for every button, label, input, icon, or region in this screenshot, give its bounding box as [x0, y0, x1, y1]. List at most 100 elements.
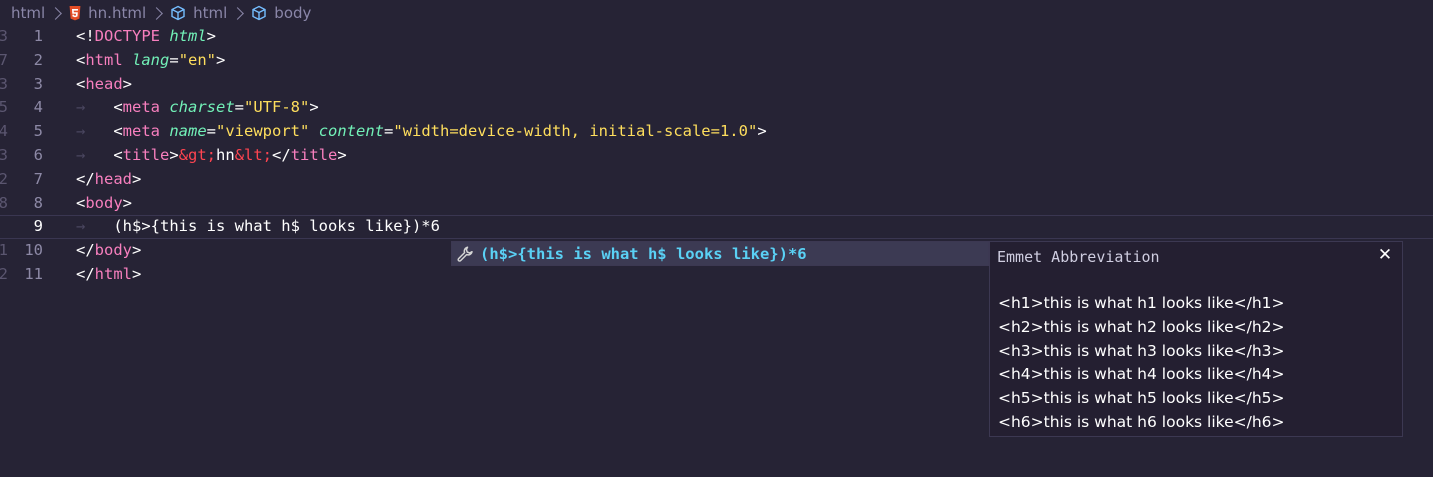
- chevron-right-icon: [231, 6, 245, 20]
- code-token: </: [76, 169, 95, 188]
- code-token: lang: [132, 50, 170, 69]
- code-token: head: [94, 169, 132, 188]
- code-token: "en": [178, 50, 217, 69]
- suggestion-item[interactable]: (h$>{this is what h$ looks like})*6: [452, 242, 988, 265]
- chevron-right-icon: [49, 6, 63, 20]
- code-token: >: [132, 241, 142, 260]
- code-token: (h$>{this is what h$ looks like})*6: [113, 217, 440, 236]
- suggestion-details-panel: Emmet Abbreviation ✕ <h1>this is what h1…: [989, 241, 1403, 437]
- code-token: </: [76, 264, 95, 283]
- breadcrumb-label: body: [274, 4, 312, 22]
- wrench-icon: [456, 245, 474, 263]
- suggestion-label: (h$>{this is what h$ looks like})*6: [480, 244, 807, 263]
- breadcrumb-item-body-element[interactable]: body: [251, 4, 311, 22]
- code-token: =: [384, 122, 394, 141]
- code-token: &lt;: [234, 145, 273, 164]
- code-line[interactable]: 4 5 → <meta name="viewport" content="width…: [0, 120, 1433, 144]
- details-line: <h3>this is what h3 looks like</h3>: [998, 341, 1285, 360]
- code-text: <body>: [76, 192, 132, 216]
- code-token: "viewport": [216, 122, 310, 141]
- code-token: html: [85, 50, 123, 69]
- code-token: html: [169, 27, 207, 45]
- code-text: </head>: [76, 168, 141, 192]
- code-token: head: [85, 74, 123, 93]
- line-number: 7: [33, 169, 43, 188]
- code-token: <: [76, 74, 86, 93]
- line-number: 10: [24, 241, 43, 260]
- code-token: =: [169, 50, 179, 69]
- code-token: >: [216, 50, 226, 69]
- line-number: 2: [33, 50, 43, 69]
- code-token: >: [132, 264, 142, 283]
- code-token: >: [132, 169, 142, 188]
- code-token: title: [122, 145, 170, 164]
- code-token: body: [85, 193, 123, 212]
- line-number: 4: [33, 98, 43, 117]
- code-token: hn: [216, 145, 235, 164]
- code-line[interactable]: 5 4 → <meta charset="UTF-8">: [0, 96, 1433, 120]
- cube-icon: [170, 5, 186, 21]
- code-text: → <meta charset="UTF-8">: [76, 96, 319, 120]
- code-token: <: [113, 145, 123, 164]
- code-token: >: [122, 74, 133, 93]
- code-token: meta: [122, 98, 160, 117]
- indent-whitespace: →: [76, 145, 114, 164]
- code-token: </: [272, 145, 291, 164]
- code-token: <: [76, 193, 86, 212]
- code-line[interactable]: 3 3 <head>: [0, 73, 1433, 97]
- code-token: charset: [169, 98, 235, 117]
- code-token: <: [76, 50, 86, 69]
- code-line[interactable]: 9 → (h$>{this is what h$ looks like})*6: [0, 215, 1433, 240]
- breadcrumb-item-folder[interactable]: html: [11, 4, 45, 22]
- suggestion-widget[interactable]: (h$>{this is what h$ looks like})*6: [451, 241, 989, 266]
- code-line[interactable]: 3 1 <!DOCTYPE html>: [0, 25, 1433, 49]
- chevron-right-icon: [150, 6, 163, 20]
- html5-file-icon: [69, 5, 81, 21]
- code-token: <!: [76, 27, 95, 45]
- breadcrumb-label: html: [11, 4, 46, 22]
- code-text: → <title>&gt;hn&lt;</title>: [76, 144, 347, 168]
- code-token: title: [290, 145, 338, 164]
- code-token: >: [337, 145, 347, 164]
- code-token: name: [169, 122, 207, 141]
- code-token: "width=device-width, initial-scale=1.0": [393, 122, 758, 141]
- indent-whitespace: →: [76, 98, 114, 117]
- code-token: =: [234, 98, 245, 117]
- line-number: 9: [33, 217, 43, 236]
- details-line: <h5>this is what h5 looks like</h5>: [998, 389, 1285, 408]
- code-line[interactable]: 3 6 → <title>&gt;hn&lt;</title>: [0, 144, 1433, 168]
- line-number: 3: [33, 74, 43, 93]
- close-icon[interactable]: ✕: [1376, 246, 1394, 264]
- code-text: → (h$>{this is what h$ looks like})*6: [76, 216, 440, 238]
- code-token: DOCTYPE: [94, 27, 160, 45]
- code-token: </: [76, 241, 95, 260]
- breadcrumb-item-file[interactable]: hn.html: [69, 4, 146, 22]
- breadcrumb-label: hn.html: [88, 4, 147, 22]
- code-line[interactable]: 7 2 <html lang="en">: [0, 49, 1433, 73]
- code-token: "UTF-8": [244, 98, 310, 117]
- code-text: <head>: [76, 73, 132, 97]
- cube-icon: [251, 5, 267, 21]
- code-token: <: [113, 98, 123, 117]
- line-number: 5: [33, 122, 43, 141]
- code-token: >: [122, 193, 133, 212]
- details-line: <h1>this is what h1 looks like</h1>: [998, 294, 1285, 312]
- code-token: <: [113, 122, 123, 141]
- code-token: >: [169, 145, 179, 164]
- code-editor[interactable]: html hn.html html body 3 1 <!DOCTYPE htm…: [0, 0, 1433, 477]
- line-number: 1: [33, 27, 43, 45]
- breadcrumb-label: html: [193, 4, 228, 22]
- code-text: → <meta name="viewport" content="width=d…: [76, 120, 767, 144]
- code-text: </body>: [76, 239, 141, 263]
- code-line[interactable]: 8 8 <body>: [0, 192, 1433, 216]
- indent-whitespace: →: [76, 217, 114, 236]
- code-token: &gt;: [178, 145, 217, 164]
- code-text: </html>: [76, 263, 141, 287]
- code-token: >: [757, 122, 767, 141]
- details-line: <h4>this is what h4 looks like</h4>: [998, 365, 1285, 384]
- code-line[interactable]: 2 7 </head>: [0, 168, 1433, 192]
- breadcrumb-item-html-element[interactable]: html: [170, 4, 227, 22]
- code-token: html: [94, 264, 132, 283]
